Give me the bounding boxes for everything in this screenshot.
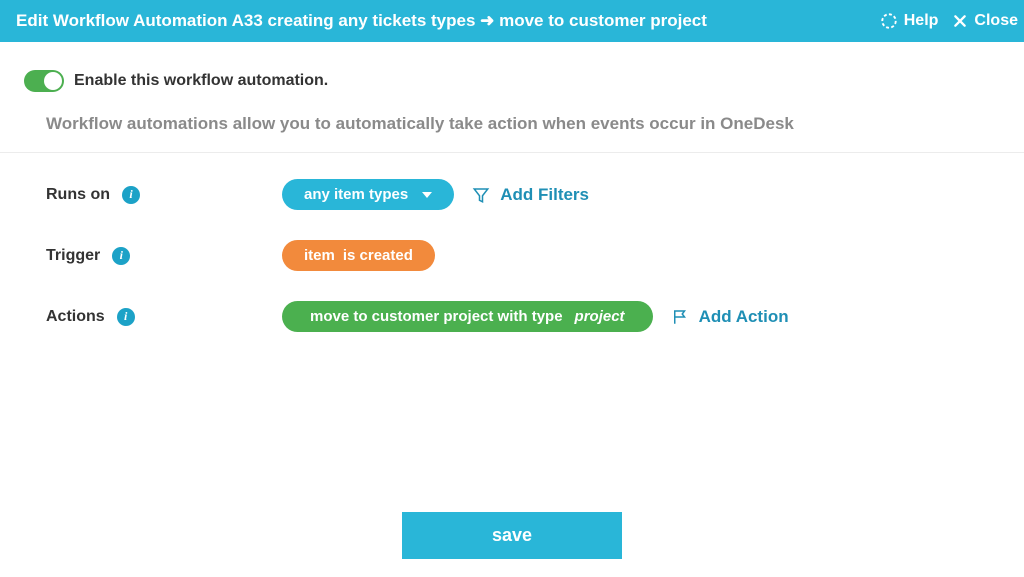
action-text: move to customer project with type xyxy=(310,308,563,325)
close-label: Close xyxy=(974,12,1018,30)
runs-on-select[interactable]: any item types xyxy=(282,179,454,210)
action-pill[interactable]: move to customer project with type proje… xyxy=(282,301,653,332)
page-title: Edit Workflow Automation A33 creating an… xyxy=(16,11,707,31)
runs-on-value: any item types xyxy=(304,186,408,203)
save-button[interactable]: save xyxy=(402,512,622,559)
action-type: project xyxy=(575,308,625,325)
enable-toggle[interactable] xyxy=(24,70,64,92)
automation-description: Workflow automations allow you to automa… xyxy=(46,114,980,134)
trigger-rest: is created xyxy=(343,247,413,264)
add-filters-button[interactable]: Add Filters xyxy=(472,185,589,205)
help-button[interactable]: Help xyxy=(880,12,939,30)
add-action-label: Add Action xyxy=(699,307,789,327)
runs-on-label: Runs on xyxy=(46,186,110,204)
divider xyxy=(0,152,1024,153)
trigger-pill[interactable]: item is created xyxy=(282,240,435,271)
add-filters-label: Add Filters xyxy=(500,185,589,205)
filter-icon xyxy=(472,186,490,204)
chevron-down-icon xyxy=(422,192,432,198)
close-button[interactable]: Close xyxy=(952,12,1018,30)
flag-icon xyxy=(671,308,689,326)
trigger-item: item xyxy=(304,247,335,264)
add-action-button[interactable]: Add Action xyxy=(671,307,789,327)
help-label: Help xyxy=(904,12,939,30)
info-icon[interactable]: i xyxy=(122,186,140,204)
trigger-label: Trigger xyxy=(46,247,100,265)
close-icon xyxy=(952,13,968,29)
actions-label: Actions xyxy=(46,308,105,326)
help-icon xyxy=(880,12,898,30)
info-icon[interactable]: i xyxy=(117,308,135,326)
enable-label: Enable this workflow automation. xyxy=(74,72,328,90)
info-icon[interactable]: i xyxy=(112,247,130,265)
